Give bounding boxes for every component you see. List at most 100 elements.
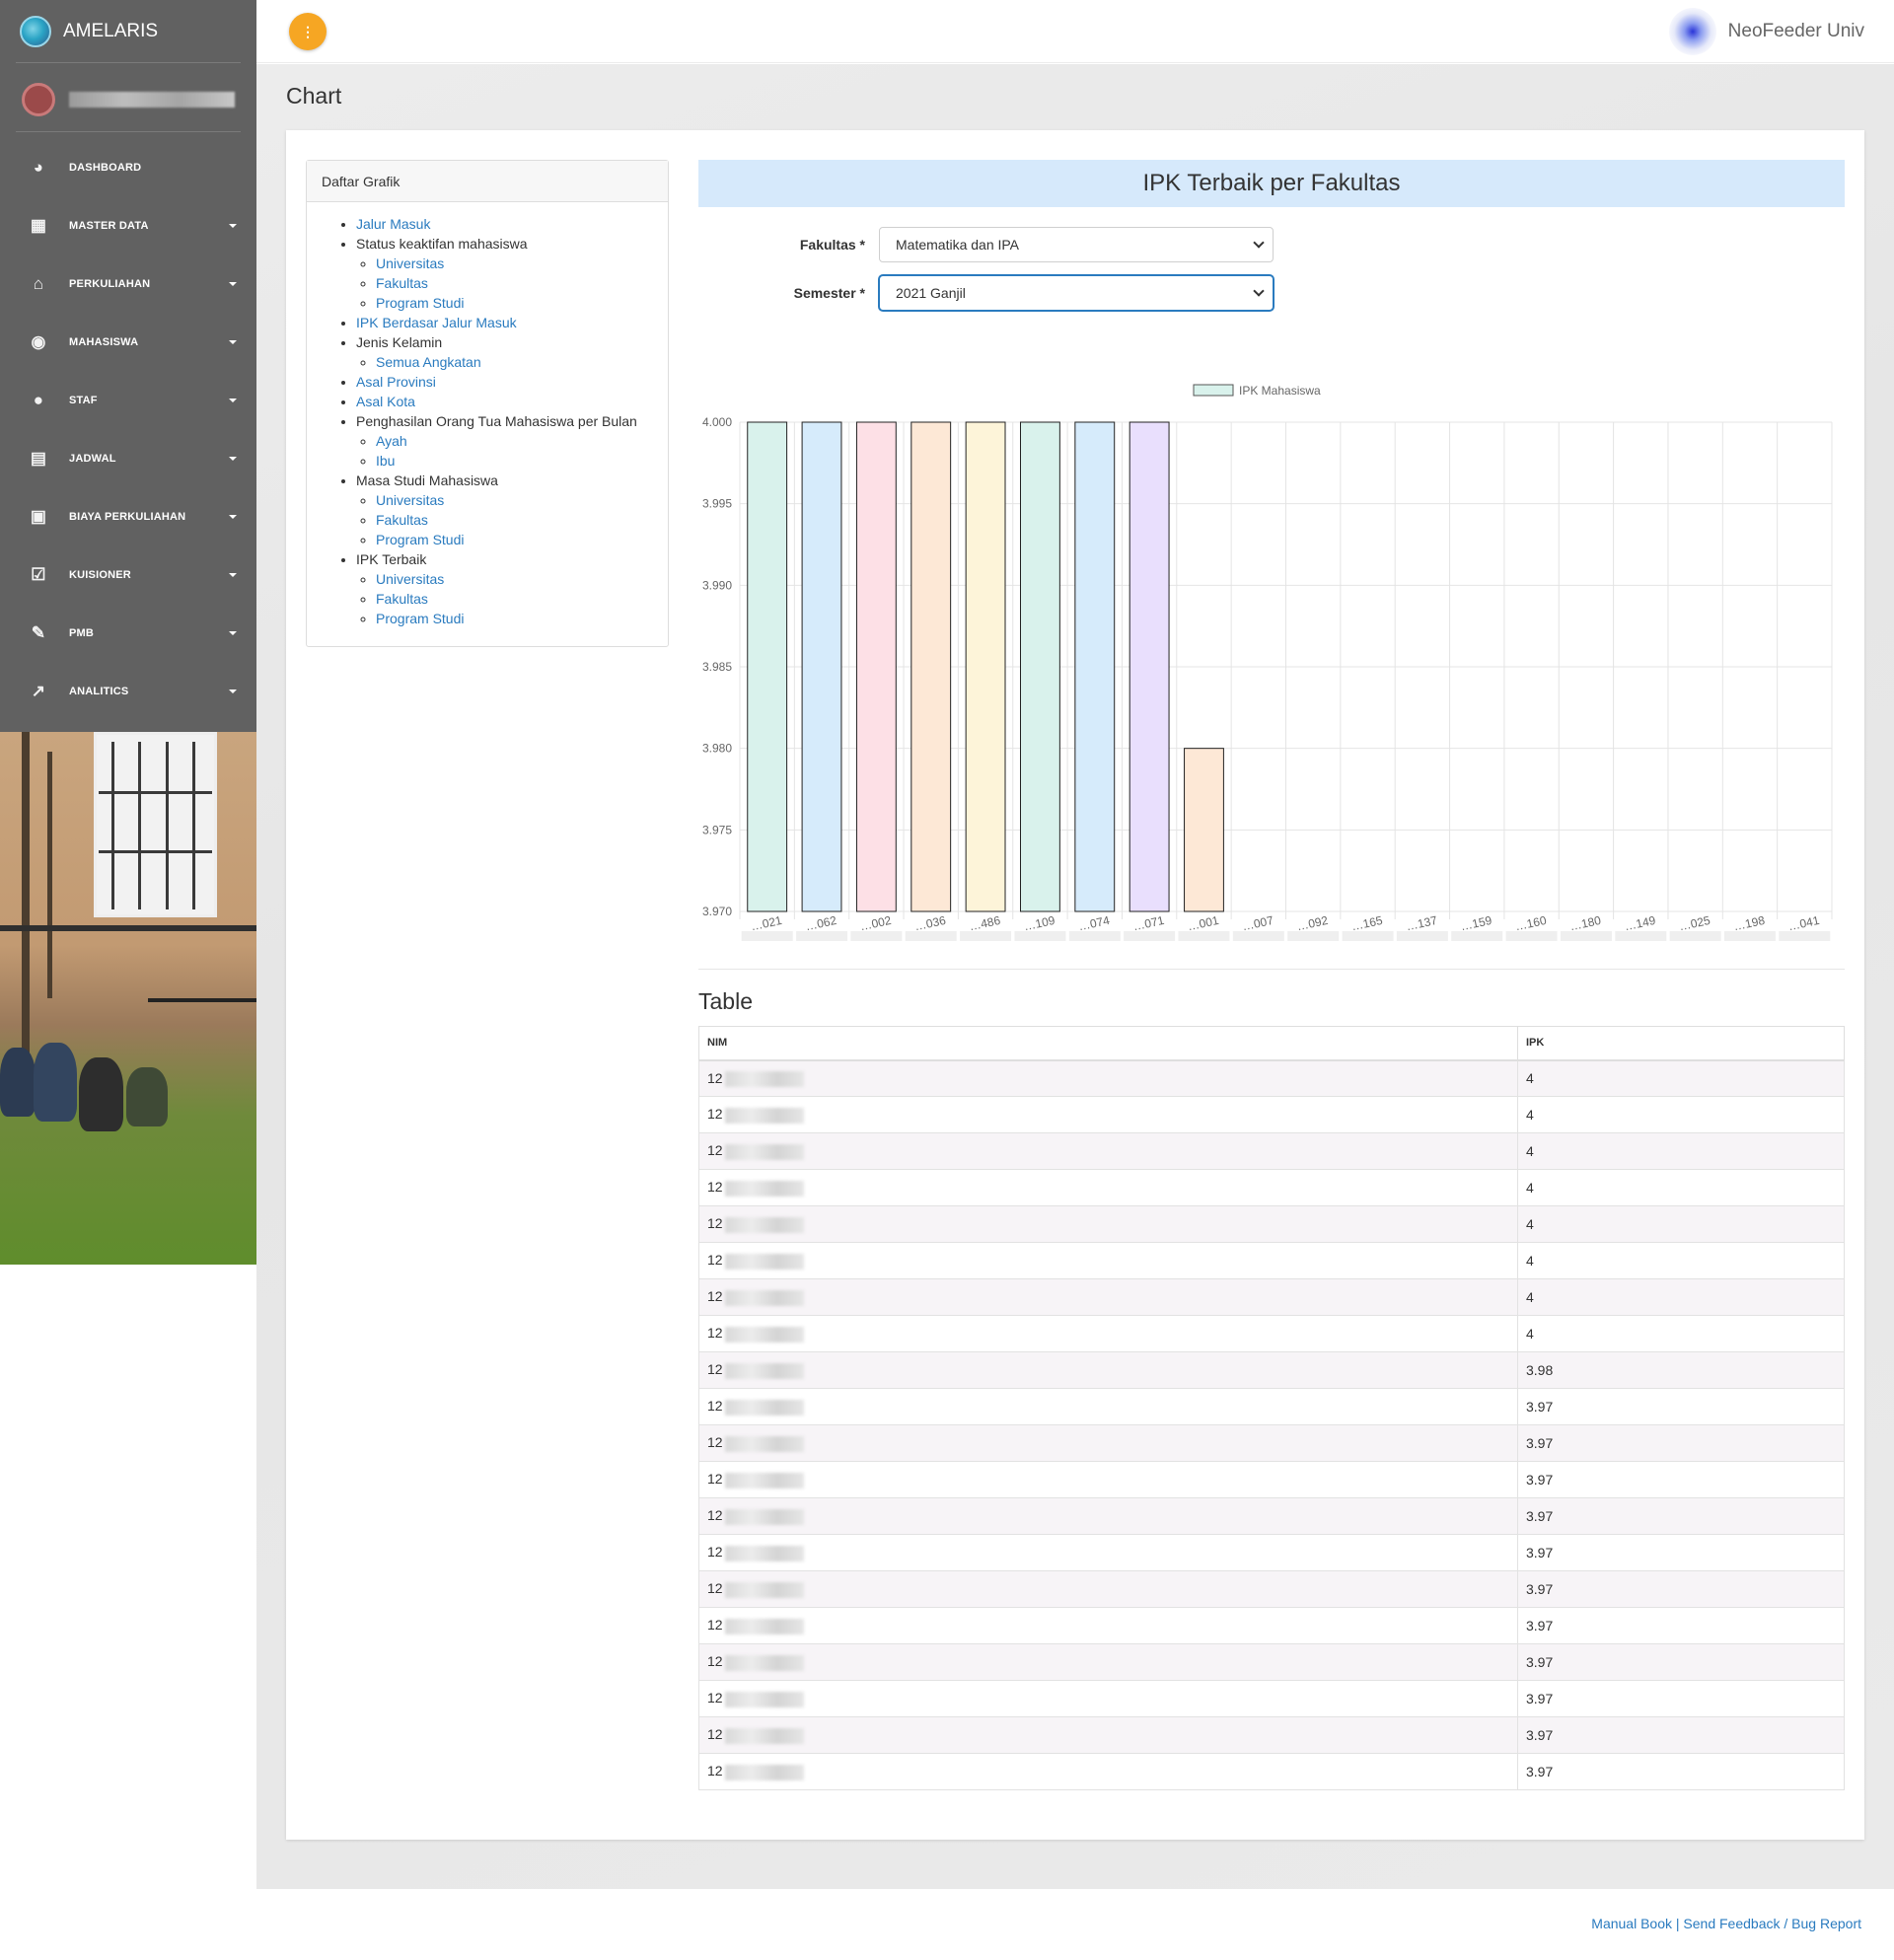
chart-list: Jalur Masuk Status keaktifan mahasiswa U… — [307, 202, 668, 628]
list-item: Status keaktifan mahasiswa Universitas F… — [356, 234, 668, 313]
table-row: 12 3.97 — [698, 1643, 1845, 1681]
x-tick-redacted — [1615, 931, 1667, 941]
org-brand[interactable]: NeoFeeder Univ — [1668, 8, 1864, 55]
nim-value: 12 — [707, 1471, 723, 1488]
link-ipk-fakultas[interactable]: Fakultas — [376, 591, 428, 607]
sidebar-item-label: STAF — [69, 394, 98, 406]
list-item: Asal Provinsi — [356, 372, 668, 392]
nim-cell: 12 — [698, 1059, 1518, 1097]
fakultas-select[interactable]: Matematika dan IPA — [879, 227, 1274, 262]
semester-select[interactable]: 2021 Ganjil — [879, 275, 1274, 311]
brand[interactable]: AMELARIS — [20, 14, 158, 49]
nim-redacted — [724, 1435, 804, 1452]
table-icon: ▦ — [30, 215, 47, 235]
y-tick-label: 3.990 — [702, 578, 732, 592]
nim-value: 12 — [707, 1763, 723, 1779]
nim-redacted — [724, 1399, 804, 1416]
link-ipk-jalur[interactable]: IPK Berdasar Jalur Masuk — [356, 315, 517, 330]
link-ayah[interactable]: Ayah — [376, 433, 407, 449]
link-asal-kota[interactable]: Asal Kota — [356, 394, 415, 409]
nim-value: 12 — [707, 1617, 723, 1633]
link-masa-universitas[interactable]: Universitas — [376, 492, 444, 508]
manual-book-link[interactable]: Manual Book — [1591, 1916, 1672, 1931]
caret-down-icon — [229, 689, 237, 693]
ipk-cell: 3.97 — [1517, 1388, 1845, 1425]
sidebar-item-kuisioner[interactable]: ☑ KUISIONER — [0, 545, 256, 604]
column-header-ipk[interactable]: IPK — [1517, 1026, 1845, 1061]
nim-value: 12 — [707, 1325, 723, 1342]
ipk-cell: 4 — [1517, 1205, 1845, 1243]
y-tick-label: 4.000 — [702, 415, 732, 429]
list-item: Fakultas — [376, 510, 668, 530]
nim-value: 12 — [707, 1179, 723, 1196]
sidebar-item-perkuliahan[interactable]: ⌂ PERKULIAHAN — [0, 254, 256, 313]
x-tick-label: …160 — [1514, 913, 1549, 933]
sidebar-item-jadwal[interactable]: ▤ JADWAL — [0, 429, 256, 487]
x-tick-label: …109 — [1022, 913, 1056, 933]
sidebar-item-dashboard[interactable]: ◕ DASHBOARD — [0, 138, 256, 196]
send-feedback-link[interactable]: Send Feedback — [1683, 1916, 1780, 1931]
line-chart-icon: ↗ — [31, 681, 46, 700]
sidebar-item-label: KUISIONER — [69, 568, 131, 581]
link-jalur-masuk[interactable]: Jalur Masuk — [356, 216, 430, 232]
table-row: 12 3.97 — [698, 1497, 1845, 1535]
nim-value: 12 — [707, 1288, 723, 1305]
y-tick-label: 3.980 — [702, 742, 732, 756]
sidebar-item-analitics[interactable]: ↗ ANALITICS — [0, 662, 256, 720]
chart-bar — [801, 421, 842, 912]
sidebar-item-staf[interactable]: ● STAF — [0, 371, 256, 429]
sidebar-item-pmb[interactable]: ✎ PMB — [0, 604, 256, 662]
nim-redacted — [724, 1545, 804, 1561]
sidebar-item-master-data[interactable]: ▦ MASTER DATA — [0, 196, 256, 254]
sidebar-item-label: MAHASISWA — [69, 335, 139, 348]
ipk-table: NIM IPK 12 4 12 4 12 4 12 4 12 4 12 4 12 4 12 4 12 3.98 12… — [698, 1026, 1845, 1790]
fakultas-label: Fakultas * — [799, 237, 865, 253]
link-semua-angkatan[interactable]: Semua Angkatan — [376, 354, 481, 370]
nim-redacted — [724, 1508, 804, 1525]
fakultas-selected-value: Matematika dan IPA — [896, 237, 1020, 253]
link-asal-provinsi[interactable]: Asal Provinsi — [356, 374, 436, 390]
x-tick-label: …021 — [750, 913, 784, 933]
nim-value: 12 — [707, 1434, 723, 1451]
daftar-grafik-panel: Daftar Grafik Jalur Masuk Status keaktif… — [306, 160, 669, 647]
caret-down-icon — [229, 572, 237, 577]
x-tick-redacted — [1779, 931, 1831, 941]
nim-cell: 12 — [698, 1570, 1518, 1608]
column-header-nim[interactable]: NIM — [698, 1026, 1518, 1061]
table-row: 12 3.97 — [698, 1424, 1845, 1462]
ipk-cell: 4 — [1517, 1315, 1845, 1352]
sidebar-item-mahasiswa[interactable]: ◉ MAHASISWA — [0, 313, 256, 371]
neofeeder-logo-icon — [1668, 8, 1716, 55]
ipk-cell: 4 — [1517, 1096, 1845, 1133]
link-masa-fakultas[interactable]: Fakultas — [376, 512, 428, 528]
sidebar-item-biaya-perkuliahan[interactable]: ▣ BIAYA PERKULIAHAN — [0, 487, 256, 545]
link-status-fakultas[interactable]: Fakultas — [376, 275, 428, 291]
sidebar-item-label: PERKULIAHAN — [69, 277, 151, 290]
table-row: 12 4 — [698, 1132, 1845, 1170]
table-row: 12 4 — [698, 1169, 1845, 1206]
list-item: Masa Studi Mahasiswa Universitas Fakulta… — [356, 471, 668, 549]
chart-bar — [1129, 421, 1170, 912]
x-tick-redacted — [796, 931, 848, 941]
list-item: Fakultas — [376, 589, 668, 609]
brand-logo-icon — [20, 16, 51, 47]
link-status-universitas[interactable]: Universitas — [376, 255, 444, 271]
chart-bar — [1019, 421, 1060, 912]
menu-toggle-button[interactable]: ⋮ — [289, 13, 327, 50]
sidebar-item-label: DASHBOARD — [69, 161, 142, 174]
link-ibu[interactable]: Ibu — [376, 453, 395, 469]
nim-cell: 12 — [698, 1351, 1518, 1389]
x-tick-redacted — [1669, 931, 1721, 941]
link-ipk-universitas[interactable]: Universitas — [376, 571, 444, 587]
user-panel[interactable] — [22, 83, 235, 116]
semester-row: Semester * 2021 Ganjil — [698, 275, 1274, 311]
x-tick-redacted — [960, 931, 1012, 941]
bug-report-link[interactable]: Bug Report — [1791, 1916, 1861, 1931]
list-item: Universitas — [376, 490, 668, 510]
page-title: Chart — [286, 83, 342, 109]
link-ipk-prodi[interactable]: Program Studi — [376, 611, 464, 626]
sidebar-divider — [16, 62, 241, 63]
ipk-cell: 4 — [1517, 1278, 1845, 1316]
link-status-prodi[interactable]: Program Studi — [376, 295, 464, 311]
link-masa-prodi[interactable]: Program Studi — [376, 532, 464, 547]
